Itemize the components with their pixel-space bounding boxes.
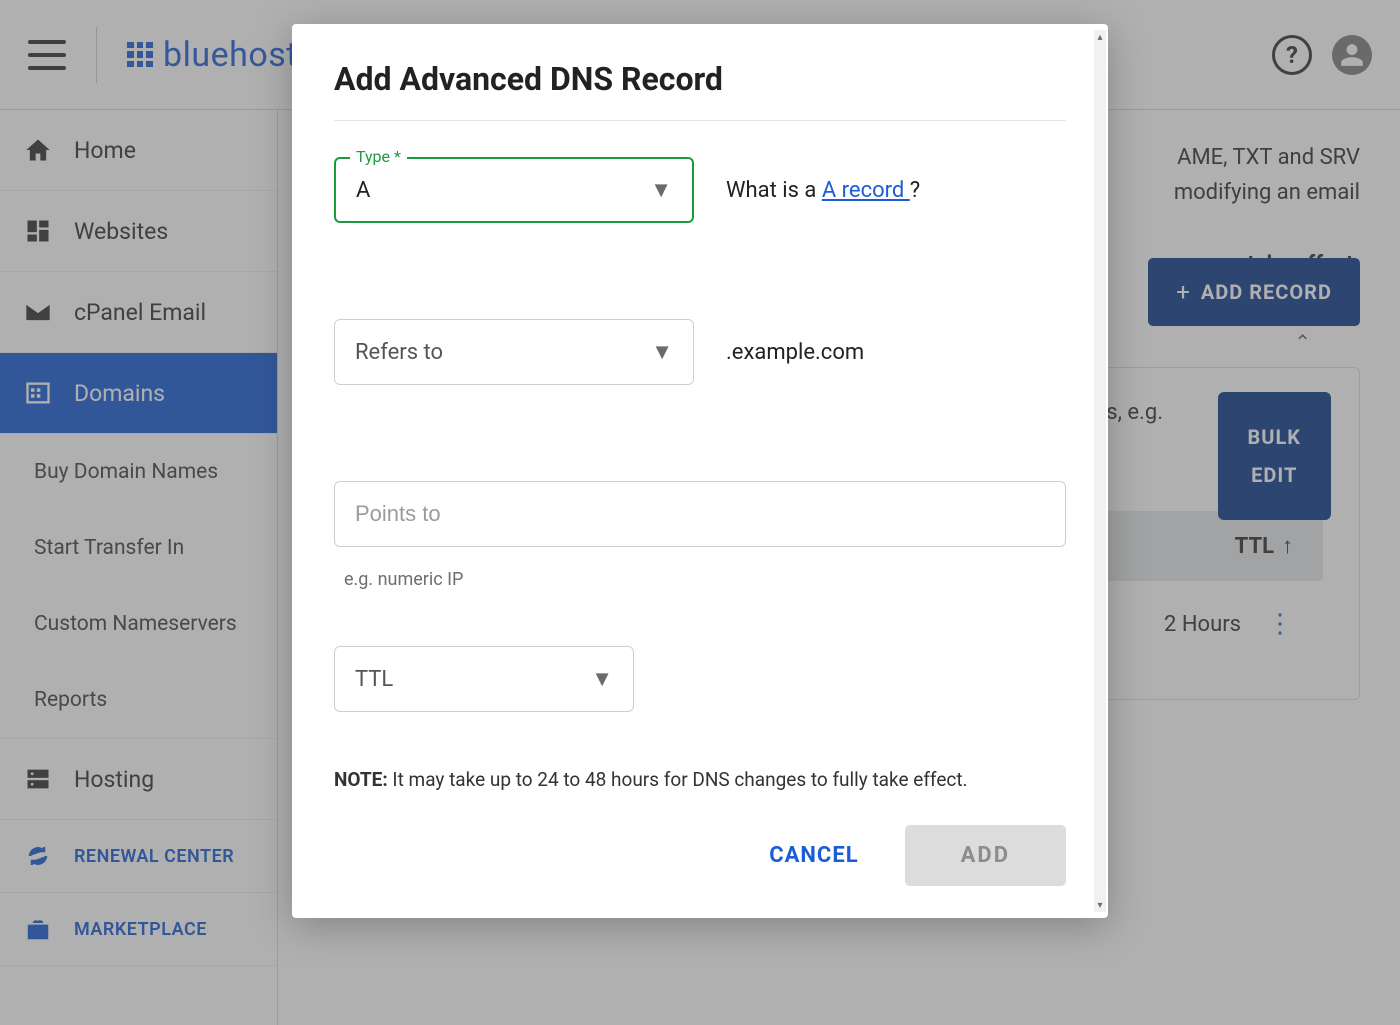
ttl-select[interactable]: TTL ▼: [334, 646, 634, 712]
whatis-text: What is a A record ?: [726, 178, 920, 203]
type-value: A: [356, 178, 370, 203]
add-button[interactable]: ADD: [905, 825, 1066, 886]
type-label: Type *: [350, 147, 407, 166]
points-to-input[interactable]: [334, 481, 1066, 547]
caret-down-icon: ▼: [650, 177, 672, 203]
modal-note: NOTE: It may take up to 24 to 48 hours f…: [334, 768, 1066, 791]
caret-down-icon: ▼: [591, 666, 613, 692]
ttl-value: TTL: [355, 667, 393, 692]
modal-overlay[interactable]: ▴ ▾ Add Advanced DNS Record Type * A ▼ W…: [0, 0, 1400, 1025]
a-record-link[interactable]: A record: [822, 178, 910, 203]
points-to-hint: e.g. numeric IP: [344, 569, 1066, 590]
type-select[interactable]: Type * A ▼: [334, 157, 694, 223]
scroll-up-icon[interactable]: ▴: [1094, 30, 1106, 44]
scroll-down-icon[interactable]: ▾: [1094, 898, 1106, 912]
refers-to-select[interactable]: Refers to ▼: [334, 319, 694, 385]
modal-actions: CANCEL ADD: [334, 825, 1066, 892]
modal-title: Add Advanced DNS Record: [334, 60, 1066, 121]
add-dns-record-modal: ▴ ▾ Add Advanced DNS Record Type * A ▼ W…: [292, 24, 1108, 918]
cancel-button[interactable]: CANCEL: [759, 827, 868, 884]
caret-down-icon: ▼: [651, 339, 673, 365]
domain-suffix: .example.com: [726, 340, 864, 365]
refers-to-value: Refers to: [355, 340, 443, 365]
modal-scrollbar[interactable]: ▴ ▾: [1094, 30, 1106, 912]
